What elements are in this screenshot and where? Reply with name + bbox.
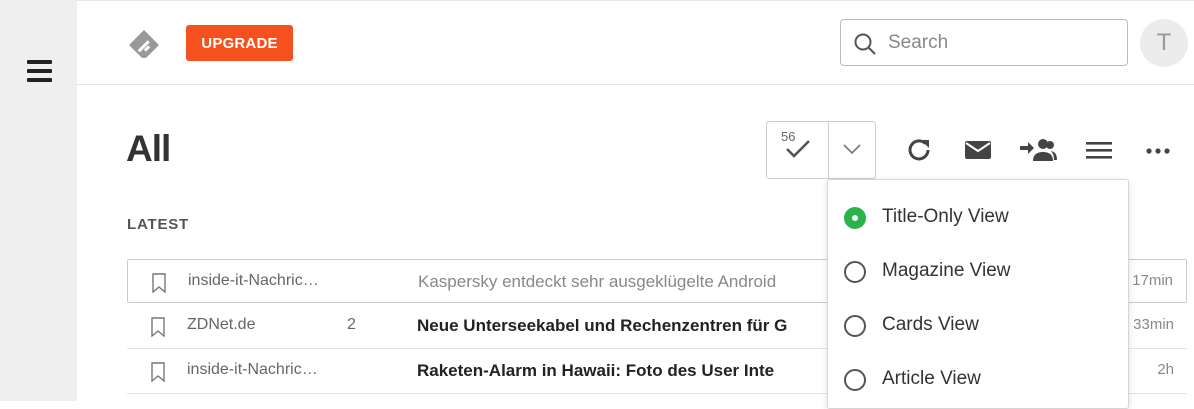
chevron-down-icon (843, 144, 861, 155)
checkmark-icon (786, 140, 810, 158)
radio-icon[interactable] (844, 315, 866, 337)
article-view-option[interactable]: Article View (828, 354, 1128, 404)
more-icon[interactable] (1144, 135, 1174, 165)
article-age: 17min (1132, 272, 1173, 289)
option-label: Article View (882, 368, 981, 389)
magazine-view-option[interactable]: Magazine View (828, 246, 1128, 296)
search-input[interactable] (888, 28, 1118, 58)
article-source[interactable]: inside-it-Nachric… (187, 361, 337, 379)
article-source[interactable]: ZDNet.de (187, 316, 337, 334)
option-label: Magazine View (882, 260, 1011, 281)
feedly-logo-icon[interactable] (127, 28, 161, 62)
option-label: Cards View (882, 314, 979, 335)
cards-view-option[interactable]: Cards View (828, 300, 1128, 350)
option-label: Title-Only View (882, 206, 1009, 227)
list-icon[interactable] (1084, 135, 1114, 165)
upgrade-button[interactable]: UPGRADE (186, 25, 293, 61)
article-age: 2h (1157, 361, 1174, 378)
top-bar: UPGRADE T (77, 0, 1194, 85)
avatar[interactable]: T (1140, 19, 1188, 67)
mark-read-control: 56 (766, 121, 876, 179)
view-options-dropdown[interactable] (829, 122, 875, 178)
section-label: LATEST (127, 216, 190, 233)
hamburger-icon[interactable] (27, 60, 52, 84)
sidebar (0, 0, 77, 401)
view-options-menu: Title-Only View Magazine View Cards View… (827, 179, 1129, 409)
radio-icon[interactable] (844, 261, 866, 283)
title-only-view-option[interactable]: Title-Only View (828, 192, 1128, 242)
bookmark-icon[interactable] (150, 362, 166, 382)
search-box[interactable] (840, 19, 1128, 66)
radio-icon[interactable] (844, 369, 866, 391)
mark-as-read-button[interactable]: 56 (767, 122, 829, 178)
article-source[interactable]: inside-it-Nachric… (188, 272, 338, 290)
page-title: All (126, 128, 171, 169)
email-icon[interactable] (963, 135, 993, 165)
bookmark-icon[interactable] (151, 273, 167, 293)
article-count: 2 (347, 316, 356, 333)
bookmark-icon[interactable] (150, 317, 166, 337)
refresh-icon[interactable] (904, 135, 934, 165)
article-age: 33min (1133, 316, 1174, 333)
search-icon (854, 33, 876, 55)
share-people-icon[interactable] (1019, 135, 1057, 165)
radio-selected-icon[interactable] (844, 207, 866, 229)
